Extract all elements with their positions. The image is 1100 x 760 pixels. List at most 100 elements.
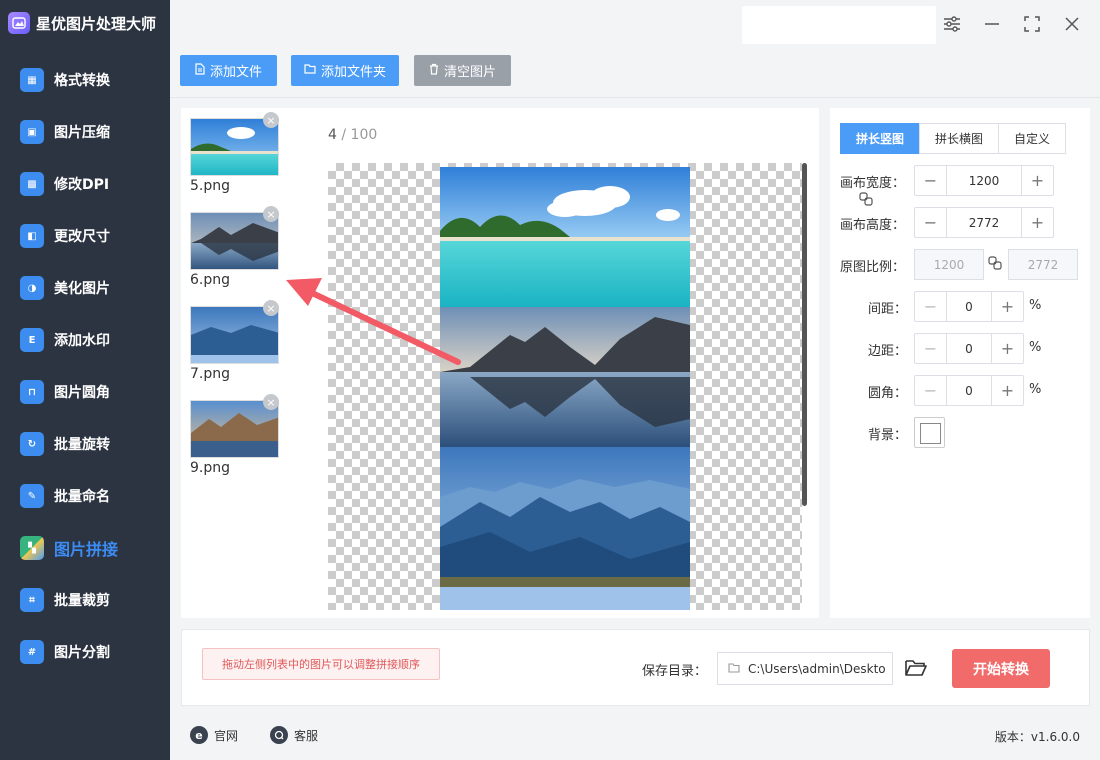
round-corner-icon: ⊓: [20, 380, 44, 404]
image-thumbnail[interactable]: × 5.png: [190, 112, 280, 212]
watermark-icon: E: [20, 328, 44, 352]
image-thumbnail[interactable]: × 9.png: [190, 394, 280, 494]
start-convert-button[interactable]: 开始转换: [952, 649, 1050, 688]
sidebar-item-label: 图片圆角: [54, 385, 110, 401]
canvas-height-stepper: − 2772 +: [914, 207, 1054, 238]
spacing-increment[interactable]: +: [992, 292, 1023, 321]
ratio-width-field: 1200: [914, 249, 984, 280]
file-icon: [195, 63, 205, 78]
sidebar-item-2[interactable]: ▣ 图片压缩: [0, 106, 170, 158]
sidebar-item-label: 修改DPI: [54, 177, 110, 193]
background-label: 背景：: [868, 428, 908, 443]
app-title: 星优图片处理大师: [36, 14, 157, 33]
sidebar-item-4[interactable]: ◧ 更改尺寸: [0, 210, 170, 262]
format-convert-icon: ▦: [20, 68, 44, 92]
canvas-width-decrement[interactable]: −: [915, 166, 946, 195]
open-folder-icon[interactable]: [904, 656, 928, 680]
canvas-width-increment[interactable]: +: [1022, 166, 1053, 195]
corner-radius-input[interactable]: 0: [946, 376, 992, 405]
canvas-height-input[interactable]: 2772: [946, 208, 1022, 237]
spacing-decrement[interactable]: −: [915, 292, 946, 321]
website-label: 官网: [214, 728, 239, 743]
sidebar-item-12[interactable]: # 图片分割: [0, 626, 170, 678]
canvas-height-increment[interactable]: +: [1022, 208, 1053, 237]
sidebar-item-11[interactable]: ⌗ 批量裁剪: [0, 574, 170, 626]
sidebar-item-6[interactable]: E 添加水印: [0, 314, 170, 366]
thumbnail-filename: 9.png: [190, 460, 231, 476]
counter-separator: /: [336, 127, 351, 143]
thumbnail-filename: 7.png: [190, 366, 231, 382]
link-ratio-icon[interactable]: [859, 192, 873, 210]
canvas-height-decrement[interactable]: −: [915, 208, 946, 237]
spacing-stepper: − 0 +: [914, 291, 1024, 322]
original-ratio-label: 原图比例：: [840, 260, 906, 275]
remove-image-icon[interactable]: ×: [263, 206, 279, 222]
reorder-hint: 拖动左侧列表中的图片可以调整拼接顺序: [202, 648, 440, 680]
ratio-height-field: 2772: [1008, 249, 1078, 280]
title-bar-blank: [742, 6, 936, 44]
beautify-icon: ◑: [20, 276, 44, 300]
browser-e-icon: e: [190, 726, 208, 744]
image-counter: 4 / 100: [328, 127, 377, 143]
minimize-icon[interactable]: [980, 12, 1004, 36]
thumbnail-filename: 5.png: [190, 178, 231, 194]
add-file-button[interactable]: 添加文件: [180, 55, 277, 86]
remove-image-icon[interactable]: ×: [263, 112, 279, 128]
counter-total: 100: [350, 127, 378, 143]
margin-increment[interactable]: +: [992, 334, 1023, 363]
counter-current: 4: [328, 127, 337, 143]
sidebar-item-9[interactable]: ✎ 批量命名: [0, 470, 170, 522]
image-thumbnail[interactable]: × 7.png: [190, 300, 280, 400]
corner-radius-stepper: − 0 +: [914, 375, 1024, 406]
canvas-width-input[interactable]: 1200: [946, 166, 1022, 195]
background-color-picker[interactable]: [914, 417, 945, 448]
maximize-icon[interactable]: [1020, 12, 1044, 36]
bottom-action-bar: 拖动左侧列表中的图片可以调整拼接顺序 保存目录： C:\Users\admin\…: [181, 629, 1090, 706]
sidebar-item-10[interactable]: ▚ 图片拼接: [0, 522, 170, 574]
preview-scrollbar[interactable]: [802, 163, 807, 506]
sidebar-item-label: 图片分割: [54, 645, 110, 661]
stitch-icon: ▚: [20, 536, 44, 560]
image-compress-icon: ▣: [20, 120, 44, 144]
tab-custom[interactable]: 自定义: [998, 123, 1066, 154]
add-folder-button[interactable]: 添加文件夹: [291, 55, 399, 86]
spacing-label: 间距：: [868, 302, 908, 317]
margin-percent: %: [1029, 340, 1042, 355]
margin-input[interactable]: 0: [946, 334, 992, 363]
sidebar-item-3[interactable]: ▩ 修改DPI: [0, 158, 170, 210]
support-link[interactable]: 客服: [270, 726, 318, 744]
website-link[interactable]: e 官网: [190, 726, 238, 744]
spacing-input[interactable]: 0: [946, 292, 992, 321]
settings-sliders-icon[interactable]: [940, 12, 964, 36]
save-path-input[interactable]: C:\Users\admin\Deskto: [717, 652, 893, 685]
tab-vertical-stitch[interactable]: 拼长竖图: [840, 123, 920, 154]
margin-decrement[interactable]: −: [915, 334, 946, 363]
remove-image-icon[interactable]: ×: [263, 300, 279, 316]
corner-radius-decrement[interactable]: −: [915, 376, 946, 405]
sidebar-item-5[interactable]: ◑ 美化图片: [0, 262, 170, 314]
sidebar-item-8[interactable]: ↻ 批量旋转: [0, 418, 170, 470]
corner-radius-increment[interactable]: +: [992, 376, 1023, 405]
clear-images-button[interactable]: 清空图片: [414, 55, 511, 86]
image-thumbnail[interactable]: × 6.png: [190, 206, 280, 306]
sidebar-item-label: 图片拼接: [54, 540, 119, 559]
sidebar-item-label: 更改尺寸: [54, 229, 110, 245]
margin-stepper: − 0 +: [914, 333, 1024, 364]
sidebar-item-label: 添加水印: [54, 333, 110, 349]
chat-bubble-icon: [270, 726, 288, 744]
corner-radius-percent: %: [1029, 382, 1042, 397]
sidebar-item-7[interactable]: ⊓ 图片圆角: [0, 366, 170, 418]
sidebar-item-label: 格式转换: [54, 73, 110, 89]
support-label: 客服: [294, 728, 319, 743]
tab-horizontal-stitch[interactable]: 拼长横图: [919, 123, 999, 154]
image-thumbnail-list: × 5.png × 6.png × 7.png × 9.png: [190, 112, 290, 494]
save-directory-label: 保存目录：: [642, 664, 708, 679]
sidebar-item-1[interactable]: ▦ 格式转换: [0, 54, 170, 106]
canvas-height-label: 画布高度：: [840, 218, 906, 233]
thumbnail-filename: 6.png: [190, 272, 231, 288]
remove-image-icon[interactable]: ×: [263, 394, 279, 410]
close-icon[interactable]: [1060, 12, 1084, 36]
folder-outline-icon: [728, 662, 740, 676]
settings-panel: 拼长竖图 拼长横图 自定义 画布宽度： − 1200 + 画布高度： − 277…: [830, 108, 1090, 618]
ratio-link-icon: [988, 256, 1002, 274]
